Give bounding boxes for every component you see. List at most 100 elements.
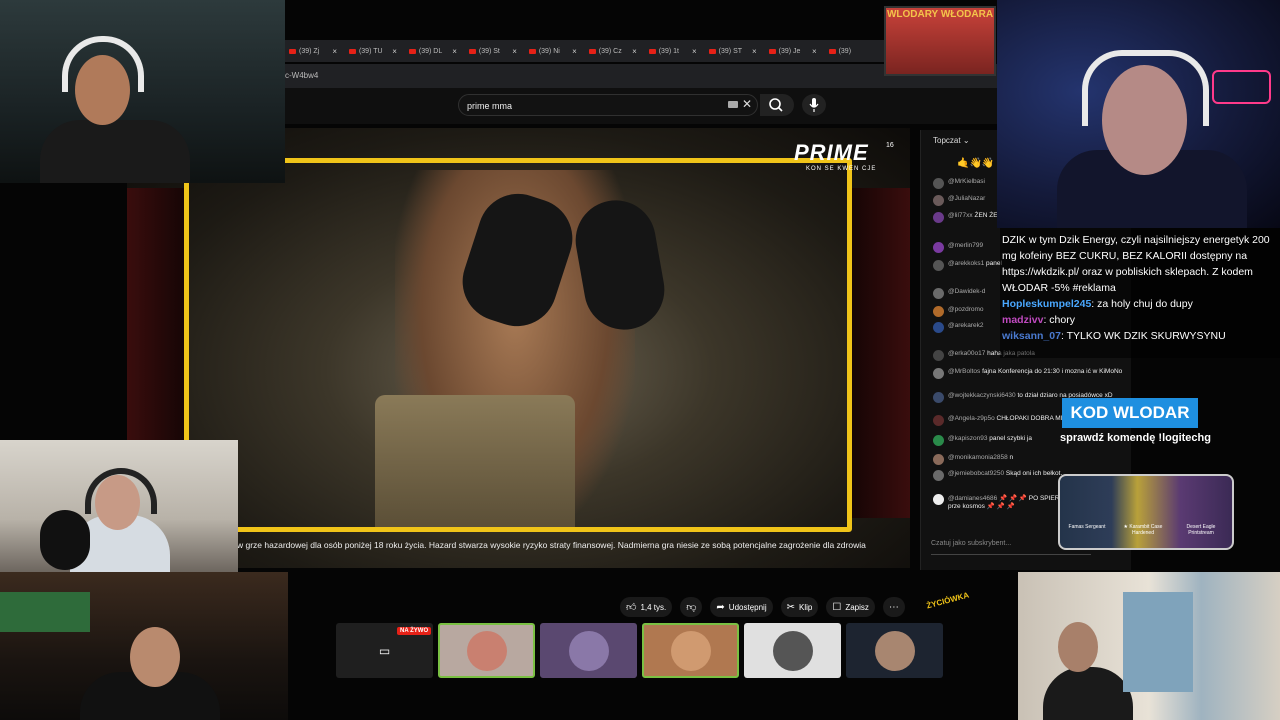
zyciowka-sticker: ŻYCIÓWKA	[925, 590, 970, 611]
close-tab-icon[interactable]: ×	[572, 47, 577, 56]
browser-tab[interactable]: (39) 1t ×	[645, 40, 703, 62]
avatar	[933, 212, 944, 223]
chat-author: @erka00o17	[948, 350, 986, 357]
video-frame-border	[184, 158, 852, 532]
clip-button[interactable]: ✂ Klip	[780, 597, 819, 617]
chat-text: fajna Konferencja do 21:30 i mozna ić w …	[982, 368, 1123, 375]
browser-tab[interactable]: (39) Je ×	[765, 40, 823, 62]
headphones-icon	[62, 36, 144, 92]
browser-tab[interactable]: (39)	[825, 40, 883, 62]
clear-search-icon[interactable]: ✕	[742, 97, 752, 111]
like-button[interactable]: 👍︎ 1,4 tys.	[620, 597, 673, 617]
participant-tile[interactable]	[438, 623, 535, 678]
avatar	[568, 630, 609, 671]
skin-showcase: Famas Sergeant ★ Karambit Case Hardened …	[1058, 474, 1234, 550]
browser-tab[interactable]: (39) ST ×	[705, 40, 763, 62]
overlay-chat-text: : TYLKO WK DZIK SKURWYSYNU	[1060, 330, 1226, 342]
chat-text: Skąd oni ich bełkot.	[1005, 470, 1063, 477]
chat-message-text: @MrKielbasi	[948, 178, 985, 189]
chat-message-text: @jemiebobcat9250 Skąd oni ich bełkot.	[948, 470, 1062, 481]
avatar	[933, 260, 944, 271]
search-icon	[769, 98, 783, 112]
wlodary-badge: WLODARY WŁODARA	[884, 6, 996, 76]
prime-event-number: 16	[886, 142, 894, 149]
webcam-top-left	[0, 0, 285, 183]
streamer-head	[1058, 622, 1098, 672]
close-tab-icon[interactable]: ×	[692, 47, 697, 56]
keyboard-icon[interactable]	[728, 101, 738, 108]
close-tab-icon[interactable]: ×	[332, 47, 337, 56]
share-button[interactable]: ➦ Udostępnij	[710, 597, 773, 617]
browser-tab[interactable]: (39) TU ×	[345, 40, 403, 62]
overlay-chat-text: WŁODAR -5% #reklama	[1002, 282, 1116, 294]
webcam-bottom-left	[0, 572, 288, 720]
close-tab-icon[interactable]: ×	[812, 47, 817, 56]
browser-tab[interactable]: (39) DL ×	[405, 40, 463, 62]
chat-message-text: @MrBoltos fajna Konferencja do 21:30 i m…	[948, 368, 1122, 379]
overlay-chat-line: Hopleskumpel245: za holy chuj do dupy	[1002, 296, 1276, 312]
chat-author: @arekkoks1	[948, 260, 985, 267]
chat-author: @Angela-z9p5o	[948, 415, 995, 422]
avatar	[933, 454, 944, 465]
skin-label: Desert Eagle Printstream	[1186, 524, 1216, 536]
save-button[interactable]: ☐ Zapisz	[826, 597, 875, 617]
live-badge: NA ŻYWO	[397, 627, 432, 635]
close-tab-icon[interactable]: ×	[392, 47, 397, 56]
chat-author: @JuliaNazar	[948, 195, 986, 202]
prime-event-subtitle: KON SE KWEN CJE	[806, 166, 877, 172]
participant-tile[interactable]	[846, 623, 943, 678]
headphones-icon	[85, 468, 157, 514]
chat-mode-dropdown[interactable]: Topczat ⌄	[933, 136, 970, 145]
browser-tab[interactable]: (39) St ×	[465, 40, 523, 62]
prime-logo: PRIME	[794, 140, 869, 165]
chat-author: @monikamonia2858	[948, 454, 1008, 461]
youtube-icon	[289, 48, 296, 54]
chat-message-text: @JuliaNazar	[948, 195, 985, 206]
chat-message-text: @Dawidek-d	[948, 288, 985, 299]
close-tab-icon[interactable]: ×	[752, 47, 757, 56]
search-input[interactable]: prime mma	[458, 94, 758, 116]
webcam-top-right	[997, 0, 1280, 228]
overlay-chat-line: https://wkdzik.pl/ oraz w pobliskich skl…	[1002, 264, 1276, 280]
share-icon: ➦	[716, 601, 725, 613]
browser-tab[interactable]: (39) Cz ×	[585, 40, 643, 62]
participant-tile[interactable]	[642, 623, 739, 678]
participant-tile[interactable]	[744, 623, 841, 678]
chat-input-underline	[931, 554, 1091, 555]
participant-tile[interactable]	[540, 623, 637, 678]
voice-search-button[interactable]	[802, 94, 826, 116]
overlay-chat-text: mg kofeiny BEZ CUKRU, BEZ KALORII dostęp…	[1002, 250, 1248, 262]
chat-author: @merlin799	[948, 242, 984, 249]
chat-message-text: @arekarek2	[948, 322, 984, 333]
avatar	[933, 470, 944, 481]
youtube-icon	[408, 48, 416, 54]
chat-message-text: @arekkoks1 panel	[948, 260, 1002, 271]
overlay-chat-text: https://wkdzik.pl/ oraz w pobliskich skl…	[1002, 266, 1253, 278]
avatar	[933, 350, 944, 361]
promo-code-subtitle: sprawdź komendę !logitechg	[1060, 432, 1211, 444]
chat-message: @monikamonia2858 n	[933, 454, 1129, 465]
headphones-icon	[1082, 50, 1209, 126]
overlay-chat-line: DZIK w tym Dzik Energy, czyli najsilniej…	[1002, 232, 1276, 248]
avatar	[933, 494, 944, 505]
more-button[interactable]: ⋯	[882, 597, 905, 617]
avatar	[933, 368, 944, 379]
youtube-icon	[588, 48, 596, 54]
chat-author: @pozdromo	[948, 306, 984, 313]
browser-tab[interactable]: (39) Ni ×	[525, 40, 583, 62]
avatar	[933, 322, 944, 333]
search-button[interactable]	[760, 94, 794, 116]
youtube-icon	[828, 48, 836, 54]
browser-tab[interactable]: (39) Zj ×	[285, 40, 343, 62]
chat-author: @damianes4686	[948, 495, 998, 502]
close-tab-icon[interactable]: ×	[512, 47, 517, 56]
overlay-chat-author: Hopleskumpel245	[1002, 298, 1092, 310]
dislike-button[interactable]: 👎︎	[680, 597, 703, 617]
microphone-icon	[40, 510, 90, 570]
scissors-icon: ✂	[786, 601, 795, 613]
avatar	[933, 415, 944, 426]
gambling-disclaimer: w grze hazardowej dla osób poniżej 18 ro…	[237, 540, 866, 550]
avatar	[670, 630, 711, 671]
close-tab-icon[interactable]: ×	[632, 47, 637, 56]
close-tab-icon[interactable]: ×	[452, 47, 457, 56]
